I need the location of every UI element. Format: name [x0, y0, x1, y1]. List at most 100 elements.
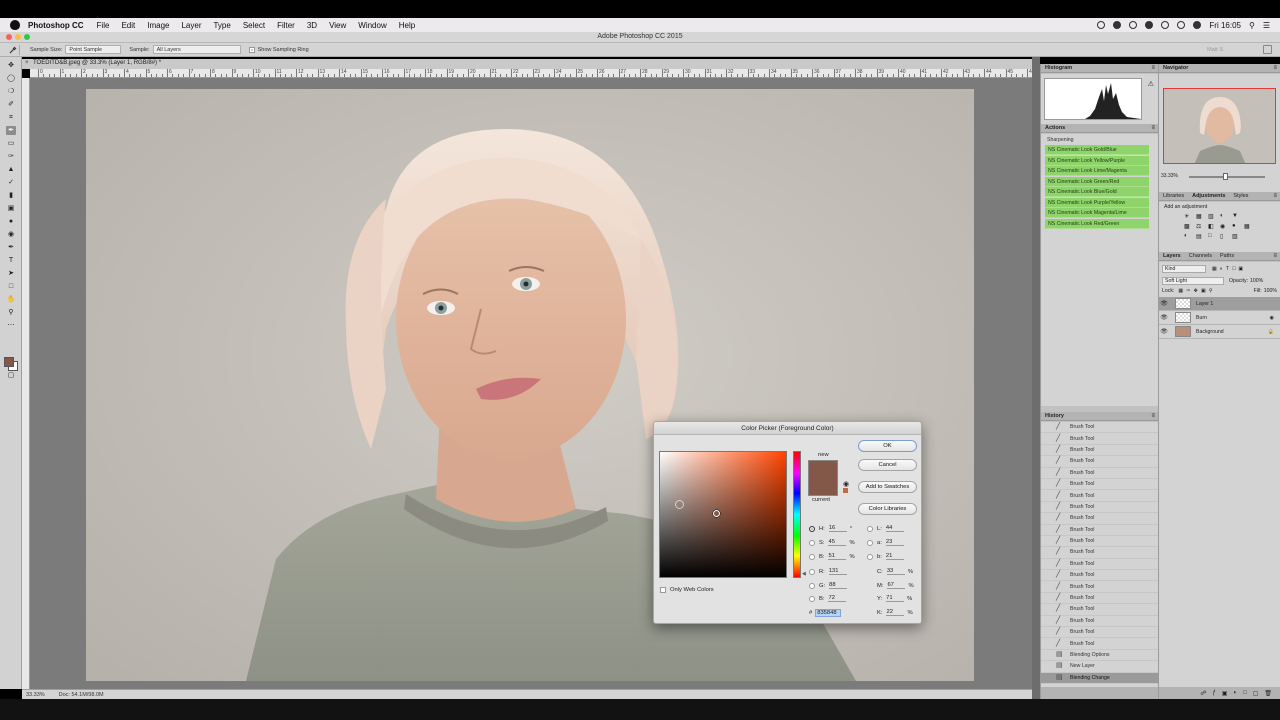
- adjustments-tab[interactable]: Adjustments: [1192, 193, 1225, 200]
- history-tab[interactable]: History: [1045, 413, 1064, 420]
- green-field[interactable]: 88: [829, 582, 848, 589]
- zoom-readout[interactable]: 33.33%: [26, 692, 45, 698]
- history-source-box[interactable]: [1044, 674, 1051, 681]
- list-icon[interactable]: ☰: [1263, 21, 1270, 30]
- invert-icon[interactable]: ◐: [1184, 233, 1193, 240]
- menu-3d[interactable]: 3D: [307, 21, 317, 30]
- history-source-box[interactable]: [1044, 469, 1051, 476]
- new-adjustment-icon[interactable]: ◐: [1233, 690, 1237, 696]
- layer-name[interactable]: Background: [1196, 329, 1224, 335]
- menu-window[interactable]: Window: [358, 21, 386, 30]
- black-white-icon[interactable]: ◧: [1208, 223, 1217, 230]
- history-panel-header[interactable]: History ≡: [1041, 412, 1158, 421]
- new-layer-icon[interactable]: ▢: [1253, 690, 1259, 697]
- libraries-tab[interactable]: Libraries: [1163, 193, 1184, 200]
- history-source-box[interactable]: [1044, 492, 1051, 499]
- history-source-box[interactable]: [1044, 640, 1051, 647]
- adjustments-panel-header[interactable]: Libraries Adjustments Styles ≡: [1159, 192, 1280, 201]
- lab-a-field[interactable]: 23: [885, 539, 904, 546]
- history-source-box[interactable]: [1044, 606, 1051, 613]
- path-select-icon[interactable]: ➤: [6, 269, 16, 278]
- out-of-gamut-icon[interactable]: ◉: [843, 480, 849, 488]
- navigator-menu-icon[interactable]: ≡: [1273, 65, 1277, 71]
- history-state[interactable]: ▤ New Layer: [1041, 661, 1158, 673]
- history-source-box[interactable]: [1044, 629, 1051, 636]
- workspace-icon[interactable]: [1263, 45, 1272, 54]
- layers-menu-icon[interactable]: ≡: [1273, 253, 1277, 259]
- layer-row[interactable]: 👁 Layer 1: [1159, 297, 1280, 311]
- vibrance-icon[interactable]: ▼: [1232, 213, 1241, 220]
- curves-icon[interactable]: ▥: [1208, 213, 1217, 220]
- blur-tool-icon[interactable]: ●: [6, 217, 16, 226]
- history-menu-icon[interactable]: ≡: [1151, 413, 1155, 419]
- color-field-cursor[interactable]: [713, 510, 720, 517]
- quick-select-tool-icon[interactable]: ✐: [6, 100, 16, 109]
- lock-icon[interactable]: 🔒: [1268, 329, 1274, 335]
- magenta-field[interactable]: 67: [887, 582, 906, 589]
- saturation-field[interactable]: 45: [828, 539, 847, 546]
- search-icon[interactable]: ⚲: [1249, 21, 1255, 30]
- history-source-box[interactable]: [1044, 526, 1051, 533]
- history-state[interactable]: ╱ Brush Tool: [1041, 536, 1158, 548]
- warning-icon[interactable]: ⚠: [1148, 80, 1154, 88]
- action-item[interactable]: NS Cinematic Look Blue/Gold: [1045, 187, 1149, 197]
- styles-tab[interactable]: Styles: [1233, 193, 1248, 200]
- menu-image[interactable]: Image: [147, 21, 169, 30]
- hue-sat-icon[interactable]: ▩: [1184, 223, 1193, 230]
- navigator-tab[interactable]: Navigator: [1163, 65, 1188, 72]
- add-to-swatches-button[interactable]: Add to Swatches: [858, 481, 917, 493]
- menu-help[interactable]: Help: [399, 21, 415, 30]
- ok-button[interactable]: OK: [858, 440, 917, 452]
- hue-slider[interactable]: [793, 451, 801, 578]
- layer-name[interactable]: Layer 1: [1196, 301, 1213, 307]
- history-source-box[interactable]: [1044, 515, 1051, 522]
- lab-b-radio[interactable]: [867, 553, 873, 560]
- saturation-radio[interactable]: [809, 539, 815, 546]
- history-state[interactable]: ╱ Brush Tool: [1041, 468, 1158, 479]
- history-state[interactable]: ▤ Blending Options: [1041, 650, 1158, 662]
- channel-mixer-icon[interactable]: ●: [1232, 223, 1241, 230]
- paths-tab[interactable]: Paths: [1220, 253, 1234, 260]
- layer-name[interactable]: Burn: [1196, 315, 1207, 321]
- photo-filter-icon[interactable]: ◉: [1220, 223, 1229, 230]
- color-field[interactable]: [659, 451, 787, 578]
- status-icon-3[interactable]: [1129, 21, 1138, 29]
- histogram-menu-icon[interactable]: ≡: [1151, 65, 1155, 71]
- lock-icons[interactable]: ▦✑✥▣⚲: [1178, 288, 1215, 294]
- history-source-box[interactable]: [1044, 617, 1051, 624]
- action-item[interactable]: NS Cinematic Look Red/Green: [1045, 218, 1149, 229]
- menu-file[interactable]: File: [97, 21, 110, 30]
- eraser-tool-icon[interactable]: ▮: [6, 191, 16, 200]
- navigator-panel-header[interactable]: Navigator ≡: [1159, 64, 1280, 73]
- clone-stamp-icon[interactable]: ▲: [6, 165, 16, 174]
- status-icon-1[interactable]: [1097, 21, 1106, 29]
- crop-tool-icon[interactable]: ⌗: [6, 113, 16, 122]
- layer-filter-icons[interactable]: ▦◐T□▣: [1212, 266, 1246, 272]
- dodge-tool-icon[interactable]: ◉: [6, 230, 16, 239]
- brush-tool-icon[interactable]: ✑: [6, 152, 16, 161]
- history-state[interactable]: ╱ Brush Tool: [1041, 525, 1158, 536]
- history-state[interactable]: ╱ Brush Tool: [1041, 604, 1158, 616]
- posterize-icon[interactable]: ▤: [1196, 233, 1205, 240]
- lab-l-radio[interactable]: [867, 525, 873, 532]
- history-state[interactable]: ╱ Brush Tool: [1041, 559, 1158, 571]
- history-source-box[interactable]: [1044, 572, 1051, 579]
- add-mask-icon[interactable]: ▣: [1222, 690, 1228, 697]
- history-state[interactable]: ╱ Brush Tool: [1041, 627, 1158, 639]
- vertical-ruler[interactable]: [22, 78, 30, 689]
- show-sampling-ring-checkbox[interactable]: [248, 46, 255, 53]
- delete-layer-icon[interactable]: 🗑: [1264, 690, 1272, 697]
- history-source-box[interactable]: [1044, 663, 1051, 670]
- color-libraries-button[interactable]: Color Libraries: [858, 503, 917, 515]
- yellow-field[interactable]: 71: [886, 595, 905, 602]
- eyedropper-tool-icon[interactable]: ✒: [6, 126, 16, 135]
- layer-filter-kind[interactable]: Kind: [1162, 265, 1206, 273]
- navigator-thumbnail[interactable]: [1163, 88, 1276, 164]
- zoom-tool-icon[interactable]: ⚲: [6, 308, 16, 317]
- history-state[interactable]: ╱ Brush Tool: [1041, 479, 1158, 491]
- hue-field[interactable]: 16: [828, 525, 847, 532]
- gradient-tool-icon[interactable]: ▣: [6, 204, 16, 213]
- lab-b-field[interactable]: 21: [885, 553, 904, 560]
- fx-icon[interactable]: ƒ: [1212, 690, 1215, 696]
- brightness-field[interactable]: 51: [828, 553, 847, 560]
